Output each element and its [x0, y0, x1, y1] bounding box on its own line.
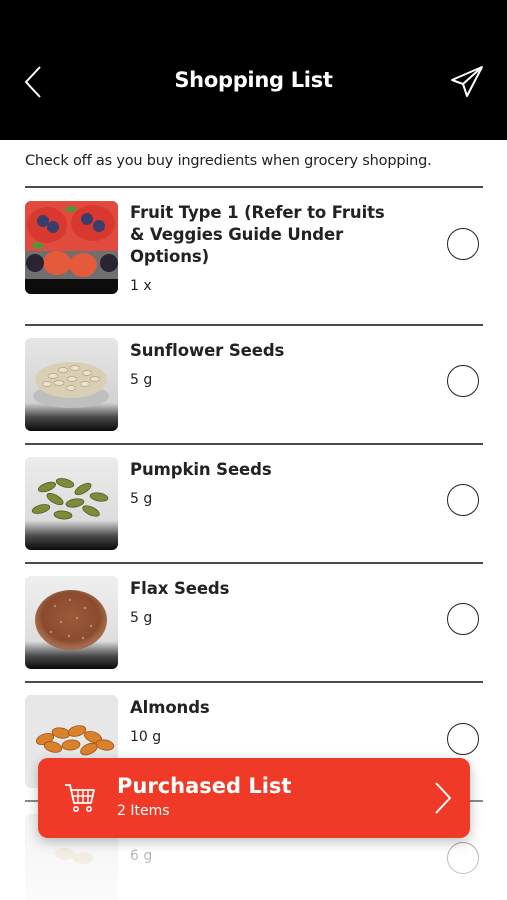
shopping-cart-icon: [65, 784, 95, 812]
paper-plane-icon: [451, 66, 483, 97]
page-title: Shopping List: [174, 68, 333, 92]
item-checkbox[interactable]: [447, 723, 479, 755]
item-quantity: 5 g: [130, 491, 153, 507]
fruit-thumbnail: [25, 201, 118, 294]
item-checkbox[interactable]: [447, 603, 479, 635]
item-quantity: 10 g: [130, 729, 162, 745]
pumpkin-seeds-thumbnail: [25, 457, 118, 550]
item-checkbox[interactable]: [447, 842, 479, 874]
item-name: Fruit Type 1 (Refer to Fruits & Veggies …: [130, 203, 385, 266]
purchased-item-count: 2 Items: [117, 803, 170, 819]
item-quantity: 1 x: [130, 278, 152, 294]
item-name: Flax Seeds: [130, 579, 230, 598]
item-quantity: 5 g: [130, 610, 153, 626]
app-header: Shopping List: [0, 0, 507, 140]
list-item: Sunflower Seeds 5 g: [25, 326, 483, 443]
item-name: Pumpkin Seeds: [130, 460, 272, 479]
share-button[interactable]: [446, 62, 488, 102]
item-checkbox[interactable]: [447, 484, 479, 516]
item-name: Sunflower Seeds: [130, 341, 285, 360]
purchased-list-button[interactable]: Purchased List 2 Items: [38, 758, 470, 838]
sunflower-seeds-thumbnail: [25, 338, 118, 431]
item-quantity: 6 g: [130, 848, 153, 864]
item-quantity: 5 g: [130, 372, 153, 388]
instructions-text: Check off as you buy ingredients when gr…: [25, 153, 432, 169]
item-checkbox[interactable]: [447, 228, 479, 260]
list-item: Fruit Type 1 (Refer to Fruits & Veggies …: [25, 188, 483, 324]
list-item: Pumpkin Seeds 5 g: [25, 445, 483, 562]
flax-seeds-thumbnail: [25, 576, 118, 669]
item-name: Almonds: [130, 698, 210, 717]
chevron-right-icon: [435, 782, 452, 814]
list-item: Flax Seeds 5 g: [25, 564, 483, 681]
item-checkbox[interactable]: [447, 365, 479, 397]
purchased-list-label: Purchased List: [117, 774, 292, 798]
